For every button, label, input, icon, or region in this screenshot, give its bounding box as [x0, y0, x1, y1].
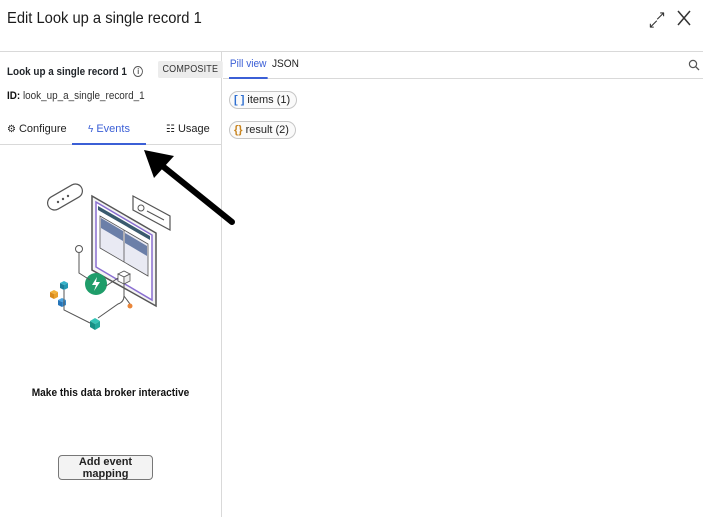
search-icon[interactable] [688, 59, 700, 71]
lightning-badge-icon [85, 273, 107, 295]
array-icon: [ ] [234, 94, 245, 106]
view-tabs: Pill view JSON [223, 52, 703, 79]
info-icon[interactable]: i [133, 66, 144, 77]
record-id-value: look_up_a_single_record_1 [22, 90, 145, 102]
right-panel: Pill view JSON [ ] items (1) {} result (2) [223, 52, 703, 517]
pill-items-label: items (1) [247, 94, 291, 106]
tab-json[interactable]: JSON [272, 52, 299, 79]
empty-state-heading: Make this data broker interactive [31, 387, 190, 399]
tab-configure[interactable]: ⚙ Configure [7, 114, 67, 145]
tab-pill-view[interactable]: Pill view [229, 52, 268, 79]
close-icon[interactable] [674, 6, 694, 30]
list-icon: ☷ [166, 124, 175, 135]
gear-icon: ⚙ [7, 124, 16, 135]
tab-events-label: Events [96, 123, 130, 135]
pill-items[interactable]: [ ] items (1) [229, 91, 298, 109]
left-panel: Look up a single record 1 i COMPOSITE ID… [0, 52, 223, 517]
record-id-label: ID: [7, 90, 21, 102]
modal-header: Edit Look up a single record 1 ↗ ↙ [0, 0, 703, 44]
tab-usage-label: Usage [177, 123, 210, 135]
tab-configure-label: Configure [18, 123, 67, 135]
cube-icon [117, 270, 131, 285]
record-id: ID: look_up_a_single_record_1 [7, 90, 145, 102]
record-title-text: Look up a single record 1 [7, 66, 127, 78]
object-icon: {} [234, 124, 243, 136]
lightning-icon: ϟ [88, 124, 94, 135]
pill-result[interactable]: {} result (2) [229, 121, 296, 139]
pill-result-label: result (2) [245, 124, 289, 136]
modal-title: Edit Look up a single record 1 [7, 10, 202, 27]
add-event-mapping-button[interactable]: Add event mapping [58, 455, 153, 480]
device-pill-icon [47, 183, 83, 211]
composite-badge: COMPOSITE [158, 61, 223, 78]
record-title: Look up a single record 1 i [7, 66, 144, 78]
expand-icon[interactable]: ↗ ↙ [648, 8, 666, 31]
tab-events[interactable]: ϟ Events [72, 114, 146, 145]
